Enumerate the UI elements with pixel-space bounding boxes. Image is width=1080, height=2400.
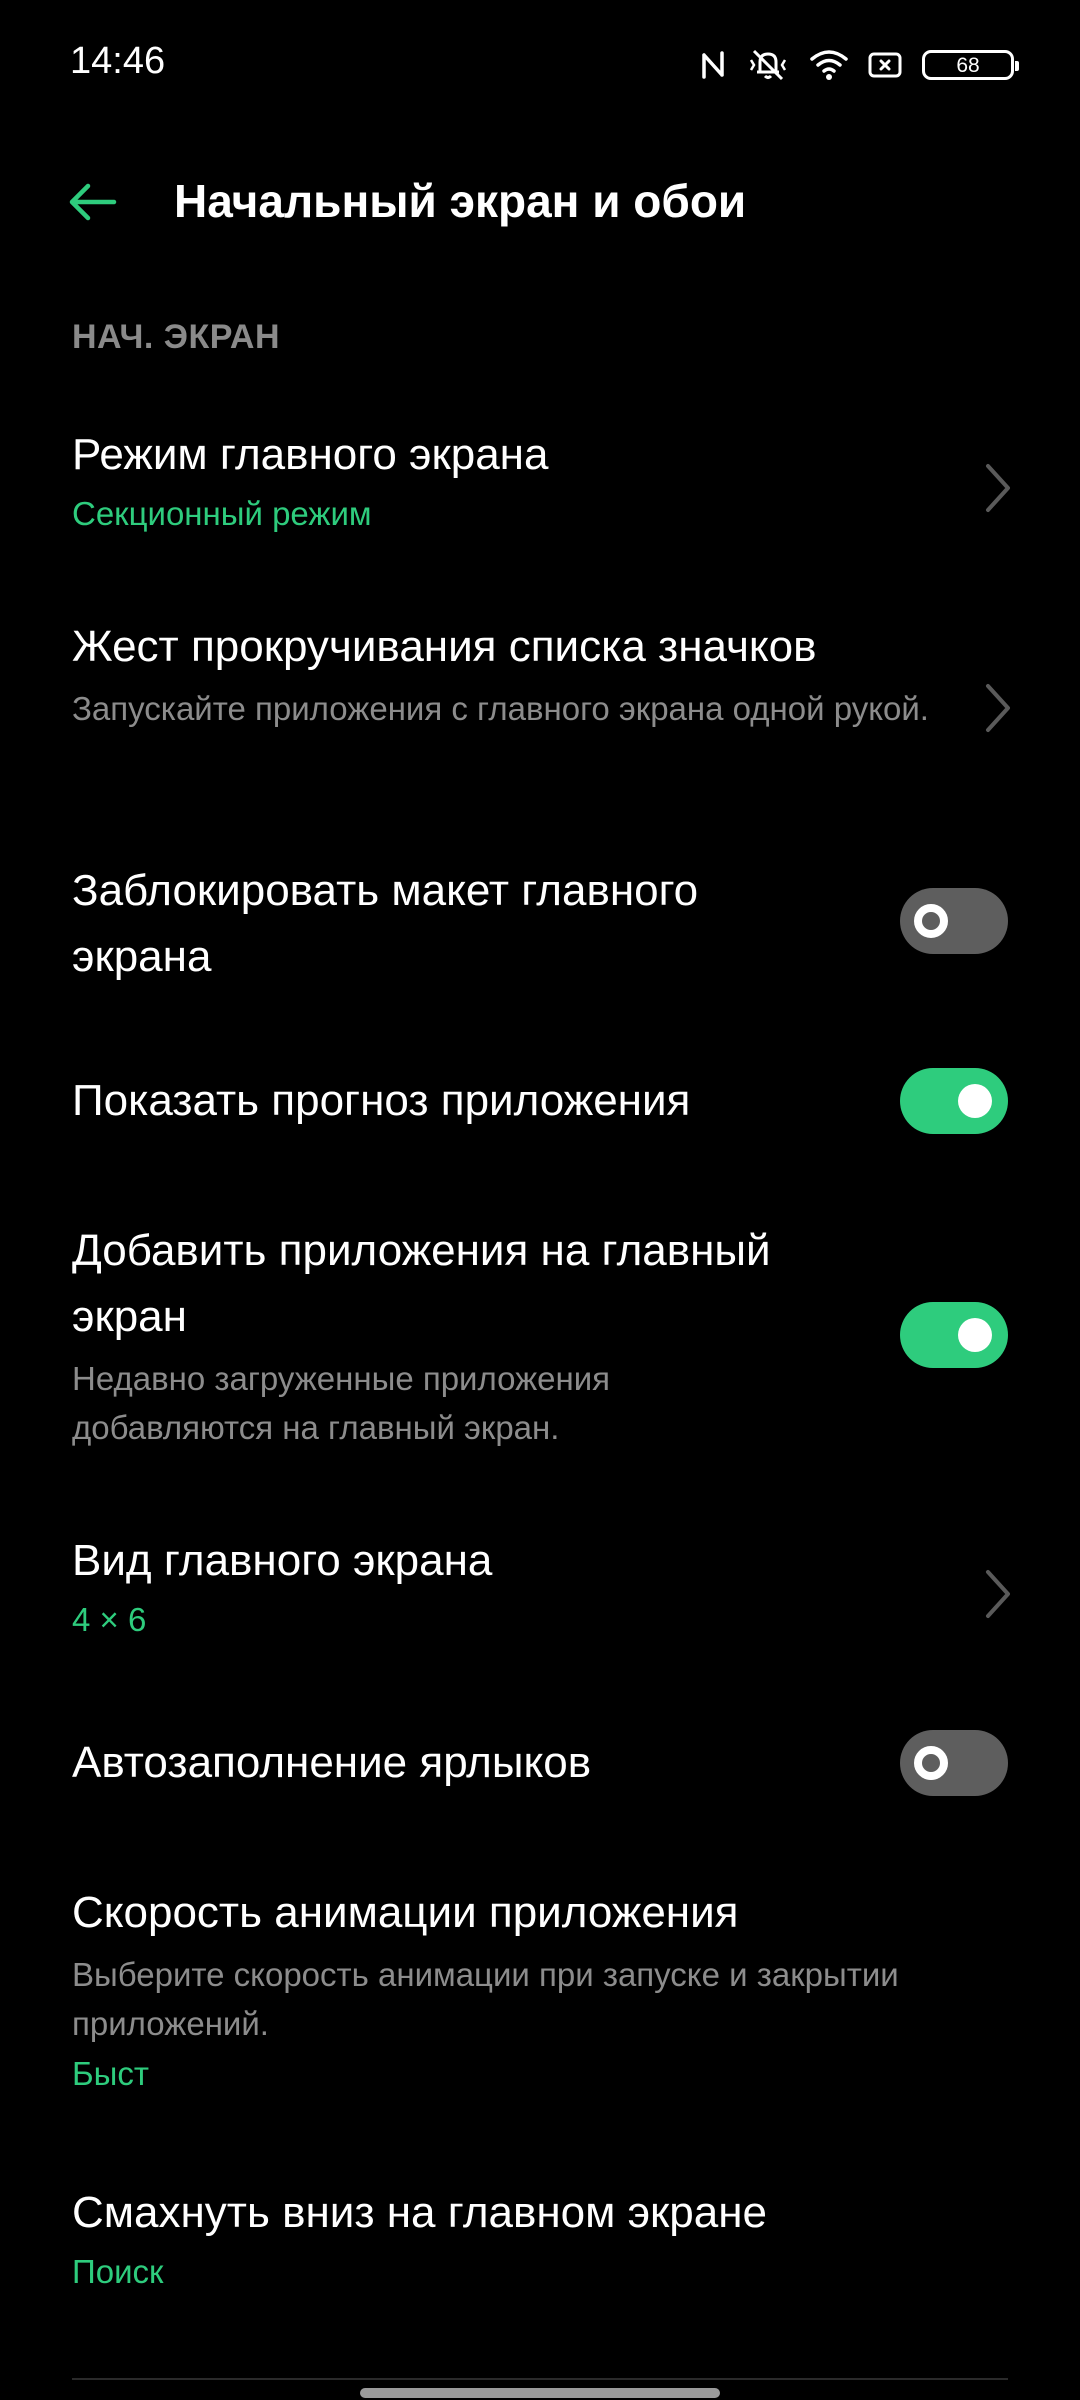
arrow-left-icon: [69, 183, 117, 221]
setting-title: Режим главного экрана: [72, 430, 549, 479]
setting-home-mode[interactable]: Режим главного экрана Секционный режим: [0, 412, 1080, 552]
setting-subtitle: Недавно загруженные приложения добавляют…: [72, 1360, 611, 1446]
chevron-right-icon: [986, 464, 1010, 512]
toggle-knob: [914, 904, 948, 938]
status-time: 14:46: [70, 40, 166, 82]
nfc-icon: [700, 49, 726, 81]
add-apps-toggle[interactable]: [900, 1302, 1008, 1368]
toggle-knob: [958, 1318, 992, 1352]
chevron-right-icon: [986, 684, 1010, 732]
wifi-icon: [810, 49, 848, 81]
divider: [72, 2378, 1008, 2380]
section-header: НАЧ. ЭКРАН: [72, 318, 281, 356]
setting-add-apps[interactable]: Добавить приложения на главный экран Нед…: [0, 1218, 1080, 1458]
battery-level: 68: [956, 53, 980, 77]
toggle-knob: [958, 1084, 992, 1118]
cast-icon: [868, 50, 902, 80]
setting-title: Заблокировать макет главного экрана: [72, 866, 699, 981]
vibrate-icon: [746, 48, 790, 82]
app-suggestions-toggle[interactable]: [900, 1068, 1008, 1134]
setting-value: Поиск: [72, 2253, 164, 2290]
toggle-knob: [914, 1746, 948, 1780]
setting-title: Автозаполнение ярлыков: [72, 1738, 592, 1787]
setting-title: Жест прокручивания списка значков: [72, 622, 817, 671]
setting-autofill-shortcuts[interactable]: Автозаполнение ярлыков: [0, 1730, 1080, 1800]
setting-subtitle: Запускайте приложения с главного экрана …: [72, 690, 929, 727]
setting-scroll-gesture[interactable]: Жест прокручивания списка значков Запуск…: [0, 610, 1080, 790]
home-indicator[interactable]: [360, 2388, 720, 2398]
battery-icon: 68: [922, 50, 1019, 80]
chevron-right-icon: [986, 1570, 1010, 1618]
status-icons: 68: [700, 44, 1019, 86]
status-bar: 14:46 68: [0, 0, 1080, 130]
back-button[interactable]: [56, 172, 128, 232]
app-bar: Начальный экран и обои: [0, 150, 1080, 254]
setting-value: Быст: [72, 2055, 149, 2092]
setting-value: Секционный режим: [72, 495, 372, 532]
setting-title: Добавить приложения на главный экран: [72, 1226, 771, 1341]
page-title: Начальный экран и обои: [174, 175, 747, 227]
autofill-shortcuts-toggle[interactable]: [900, 1730, 1008, 1796]
lock-layout-toggle[interactable]: [900, 888, 1008, 954]
setting-app-suggestions[interactable]: Показать прогноз приложения: [0, 1068, 1080, 1138]
setting-title: Вид главного экрана: [72, 1536, 493, 1585]
setting-title: Скорость анимации приложения: [72, 1888, 739, 1937]
setting-lock-layout[interactable]: Заблокировать макет главного экрана: [0, 854, 1080, 994]
setting-subtitle: Выберите скорость анимации при запуске и…: [72, 1956, 899, 2042]
setting-swipe-down[interactable]: Смахнуть вниз на главном экране Поиск: [0, 2180, 1080, 2320]
setting-value: 4 × 6: [72, 1601, 147, 1638]
setting-animation-speed[interactable]: Скорость анимации приложения Выберите ск…: [0, 1880, 1080, 2110]
setting-home-view[interactable]: Вид главного экрана 4 × 6: [0, 1528, 1080, 1668]
setting-title: Показать прогноз приложения: [72, 1076, 691, 1125]
setting-title: Смахнуть вниз на главном экране: [72, 2188, 767, 2237]
